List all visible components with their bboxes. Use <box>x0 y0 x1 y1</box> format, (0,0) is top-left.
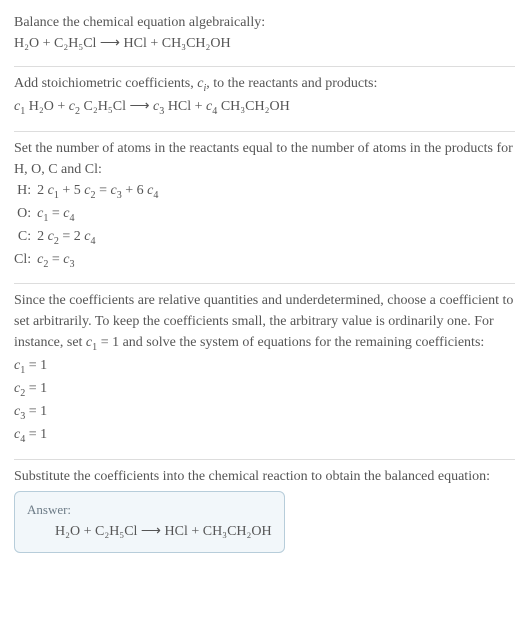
row-label: Cl: <box>14 249 37 272</box>
op: = <box>48 206 63 221</box>
text-part: = 1 and solve the system of equations fo… <box>97 335 484 350</box>
solve-text: Since the coefficients are relative quan… <box>14 290 515 355</box>
op: + 5 <box>59 183 84 198</box>
term: H₂O + <box>25 99 69 114</box>
section-atoms: Set the number of atoms in the reactants… <box>14 136 515 280</box>
term: C₂H₅Cl ⟶ <box>80 99 153 114</box>
coeffs-text: Add stoichiometric coefficients, ci, to … <box>14 73 515 96</box>
op: = <box>96 183 111 198</box>
op: = <box>48 252 63 267</box>
sub: 4 <box>70 213 75 224</box>
row-eq: c1 = c4 <box>37 203 162 226</box>
solve-row: c4 = 1 <box>14 424 515 447</box>
text-part: , to the reactants and products: <box>206 76 377 91</box>
problem-equation: H₂O + C₂H₅Cl ⟶ HCl + CH₃CH₂OH <box>14 33 515 54</box>
sub: 3 <box>70 258 75 269</box>
divider <box>14 459 515 460</box>
problem-statement: Balance the chemical equation algebraica… <box>14 12 515 33</box>
answer-box: Answer: H₂O + C₂H₅Cl ⟶ HCl + CH₃CH₂OH <box>14 491 285 554</box>
table-row: Cl: c2 = c3 <box>14 249 162 272</box>
row-label: O: <box>14 203 37 226</box>
op: + 6 <box>122 183 147 198</box>
atoms-table: H: 2 c1 + 5 c2 = c3 + 6 c4 O: c1 = c4 C:… <box>14 180 162 272</box>
row-eq: c2 = c3 <box>37 249 162 272</box>
section-substitute: Substitute the coefficients into the che… <box>14 464 515 562</box>
solve-row: c3 = 1 <box>14 401 515 424</box>
val: = 1 <box>25 358 47 373</box>
row-label: C: <box>14 226 37 249</box>
num: 2 <box>37 183 48 198</box>
row-eq: 2 c1 + 5 c2 = c3 + 6 c4 <box>37 180 162 203</box>
section-problem: Balance the chemical equation algebraica… <box>14 10 515 62</box>
divider <box>14 66 515 67</box>
term: HCl + <box>164 99 206 114</box>
op: = 2 <box>59 229 84 244</box>
atoms-text: Set the number of atoms in the reactants… <box>14 138 515 180</box>
val: = 1 <box>25 381 47 396</box>
row-label: H: <box>14 180 37 203</box>
divider <box>14 283 515 284</box>
section-coeffs: Add stoichiometric coefficients, ci, to … <box>14 71 515 127</box>
row-eq: 2 c2 = 2 c4 <box>37 226 162 249</box>
table-row: C: 2 c2 = 2 c4 <box>14 226 162 249</box>
val: = 1 <box>25 427 47 442</box>
solve-row: c2 = 1 <box>14 378 515 401</box>
text-part: Add stoichiometric coefficients, <box>14 76 197 91</box>
sub: 4 <box>91 235 96 246</box>
solve-row: c1 = 1 <box>14 355 515 378</box>
coeffs-equation: c1 H₂O + c2 C₂H₅Cl ⟶ c3 HCl + c4 CH₃CH₂O… <box>14 96 515 119</box>
num: 2 <box>37 229 48 244</box>
sub: 4 <box>153 190 158 201</box>
substitute-text: Substitute the coefficients into the che… <box>14 466 515 487</box>
val: = 1 <box>25 404 47 419</box>
term: CH₃CH₂OH <box>217 99 289 114</box>
section-solve: Since the coefficients are relative quan… <box>14 288 515 455</box>
answer-label: Answer: <box>27 500 272 520</box>
table-row: O: c1 = c4 <box>14 203 162 226</box>
table-row: H: 2 c1 + 5 c2 = c3 + 6 c4 <box>14 180 162 203</box>
divider <box>14 131 515 132</box>
answer-equation: H₂O + C₂H₅Cl ⟶ HCl + CH₃CH₂OH <box>27 519 272 542</box>
